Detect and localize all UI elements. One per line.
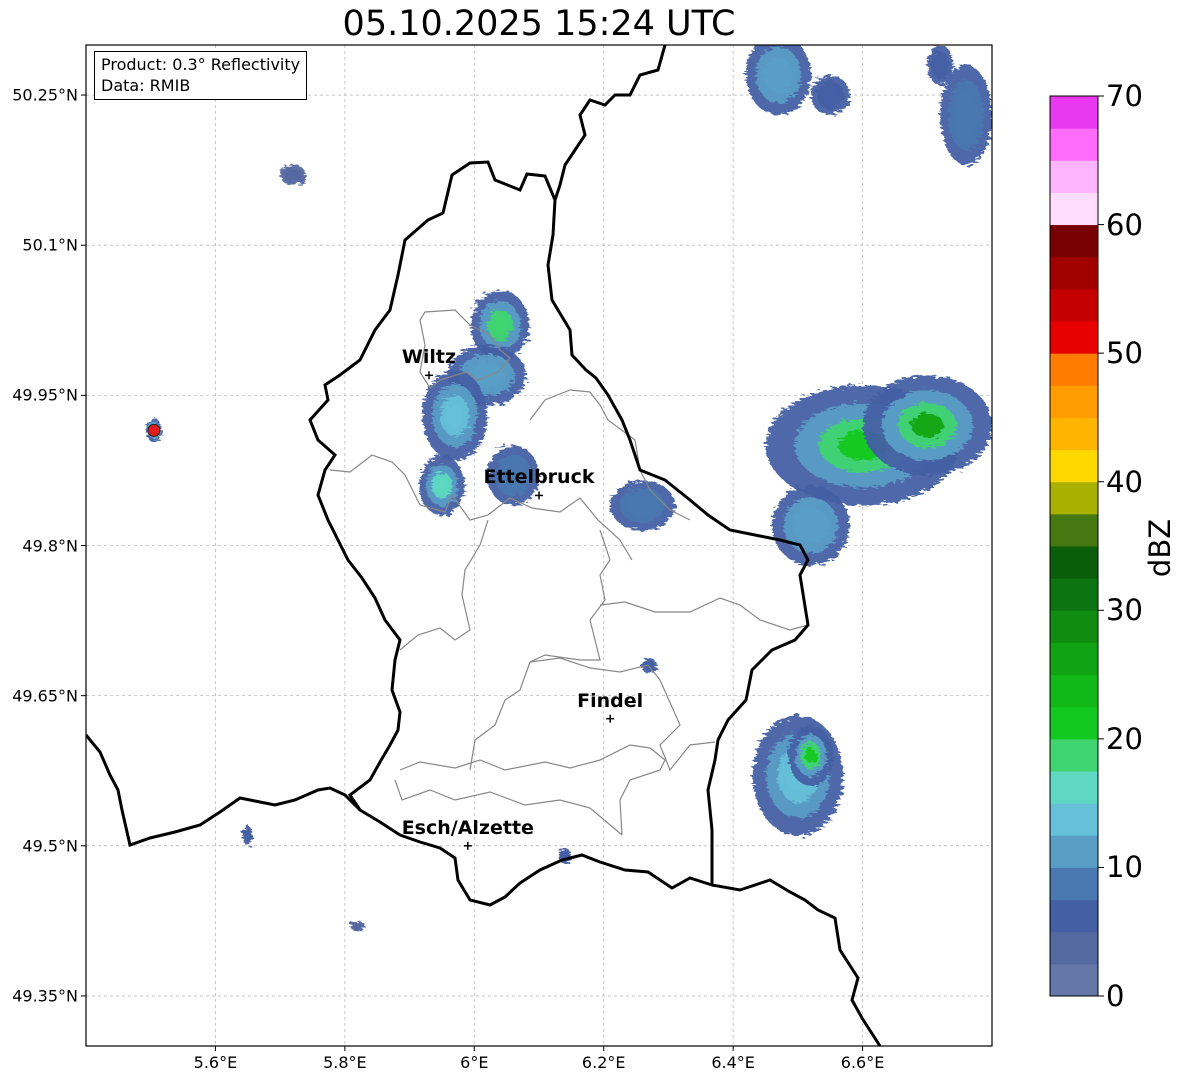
colorbar-segment — [1050, 256, 1098, 290]
colorbar-tick-label: 30 — [1106, 593, 1143, 628]
lat-tick-label: 49.35°N — [12, 986, 78, 1006]
colorbar-tick-label: 20 — [1106, 721, 1143, 756]
colorbar-segment — [1050, 513, 1098, 547]
lon-tick-label: 5.8°E — [323, 1053, 367, 1072]
echo-cell — [746, 45, 811, 116]
echo-layer — [770, 65, 787, 86]
colorbar-segment — [1050, 449, 1098, 483]
echo-layer — [825, 90, 836, 101]
lon-tick-label: 6°E — [460, 1053, 489, 1072]
echo-cell — [422, 370, 488, 461]
colorbar-tick-label: 60 — [1106, 207, 1143, 242]
colorbar-tick-label: 0 — [1106, 979, 1125, 1013]
lat-tick-label: 49.65°N — [12, 686, 78, 706]
colorbar-segment — [1050, 288, 1098, 322]
lon-tick-label: 5.6°E — [193, 1053, 238, 1072]
echo-layer — [936, 60, 944, 71]
colorbar-segment — [1050, 546, 1098, 579]
echo-cell — [862, 375, 992, 476]
echo-layer — [911, 412, 944, 438]
echo-cell — [280, 165, 307, 186]
lon-tick-label: 6.2°E — [581, 1053, 626, 1072]
colorbar-segment — [1050, 771, 1098, 804]
colorbar-segment — [1050, 963, 1098, 997]
lat-tick-label: 50.1°N — [22, 235, 78, 255]
colorbar-label: dBZ — [1143, 518, 1177, 578]
product-info-box: Product: 0.3° Reflectivity Data: RMIB — [94, 51, 308, 100]
city-label: Findel — [577, 689, 644, 712]
echo-layer — [355, 924, 360, 928]
echo-layer — [563, 853, 567, 858]
lat-tick-label: 49.95°N — [12, 385, 78, 405]
colorbar-segment — [1050, 867, 1098, 901]
radar-site-icon — [147, 423, 161, 437]
city-label: Wiltz — [401, 346, 457, 369]
colorbar-segment — [1050, 385, 1098, 418]
lat-tick-label: 49.5°N — [22, 836, 78, 856]
colorbar-segment — [1050, 578, 1098, 611]
radar-map[interactable] — [0, 0, 1184, 1081]
echo-layer — [801, 515, 821, 536]
colorbar-segment — [1050, 96, 1098, 129]
colorbar-segment — [1050, 192, 1098, 226]
echo-layer — [436, 477, 448, 493]
echo-layer — [246, 833, 250, 839]
echo-cell — [242, 825, 253, 846]
colorbar-tick-label: 50 — [1106, 336, 1143, 371]
echo-cell — [810, 75, 850, 116]
city-label: Ettelbruck — [483, 466, 595, 489]
echo-layer — [805, 748, 817, 764]
colorbar-segment — [1050, 224, 1098, 258]
colorbar-segment — [1050, 481, 1098, 515]
colorbar-segment — [1050, 738, 1098, 772]
lon-tick-marks — [214, 1046, 864, 1051]
colorbar — [1049, 95, 1104, 997]
echo-cell — [927, 45, 954, 86]
product-text: Product: 0.3° Reflectivity — [101, 55, 301, 74]
lat-tick-marks — [81, 94, 86, 997]
lat-tick-label: 49.8°N — [22, 536, 78, 555]
colorbar-segment — [1050, 610, 1098, 643]
colorbar-segment — [1050, 128, 1098, 161]
colorbar-segment — [1050, 931, 1098, 965]
colorbar-segment — [1050, 899, 1098, 933]
lon-tick-label: 6.6°E — [840, 1053, 885, 1072]
colorbar-segment — [1050, 674, 1098, 708]
colorbar-tick-label: 70 — [1106, 79, 1143, 113]
echo-cell — [771, 485, 850, 566]
echo-layer — [446, 404, 463, 427]
colorbar-tick-label: 10 — [1106, 850, 1143, 885]
colorbar-segment — [1050, 803, 1098, 836]
echo-layer — [634, 499, 651, 512]
colorbar-segment — [1050, 642, 1098, 676]
lon-tick-label: 6.4°E — [711, 1053, 755, 1072]
echo-layer — [959, 102, 973, 128]
colorbar-segment — [1050, 417, 1098, 451]
echo-layer — [289, 172, 297, 178]
echo-layer — [477, 367, 497, 383]
colorbar-segment — [1050, 353, 1098, 386]
colorbar-segment — [1050, 321, 1098, 354]
colorbar-segment — [1050, 835, 1098, 868]
colorbar-segment — [1050, 706, 1098, 740]
colorbar-segment — [1050, 160, 1098, 193]
lat-tick-label: 50.25°N — [12, 85, 78, 105]
echo-layer — [492, 316, 508, 335]
echo-cell — [350, 920, 366, 931]
colorbar-tick-label: 40 — [1106, 464, 1143, 499]
data-source-text: Data: RMIB — [101, 76, 191, 95]
city-label: Esch/Alzette — [401, 816, 534, 839]
echo-cell — [788, 725, 834, 786]
